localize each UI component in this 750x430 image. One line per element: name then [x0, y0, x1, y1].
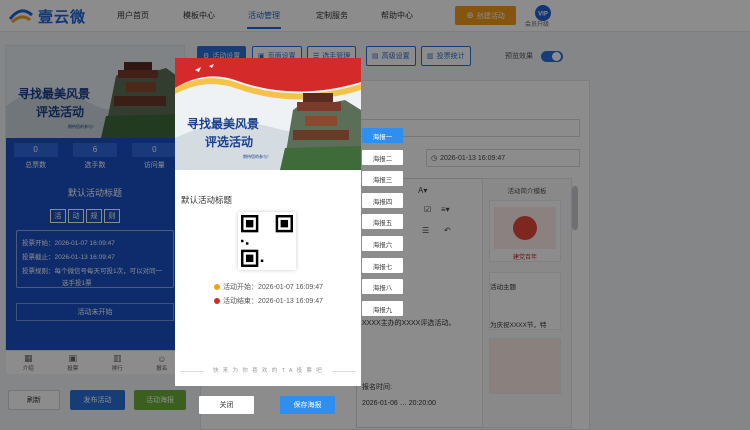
save-poster-button[interactable]: 保存海报 — [280, 396, 335, 414]
poster-option-8[interactable]: 海报八 — [362, 279, 403, 294]
poster-activity-title: 默认活动标题 — [181, 195, 233, 205]
end-dot-icon — [214, 298, 220, 304]
poster-banner-title-line2: 评选活动 — [205, 134, 253, 149]
poster-option-7[interactable]: 海报七 — [362, 258, 403, 273]
poster-end-time: 活动结束：2026-01-13 16:09:47 — [214, 296, 323, 306]
poster-footer-text: 快 来 为 你 喜 欢 的 T A 投 票 吧 — [212, 368, 324, 374]
poster-option-1[interactable]: 海报一 — [362, 128, 403, 143]
poster-option-6[interactable]: 海报六 — [362, 236, 403, 251]
close-button[interactable]: 关闭 — [199, 396, 254, 414]
poster-option-2[interactable]: 海报二 — [362, 150, 403, 165]
poster-banner: 寻找最美风景 评选活动 期待您的参与！ — [175, 58, 361, 170]
start-dot-icon — [214, 284, 220, 290]
start-time-text: 活动开始：2026-01-07 16:09:47 — [223, 284, 323, 291]
poster-start-time: 活动开始：2026-01-07 16:09:47 — [214, 282, 323, 292]
end-time-text: 活动结束：2026-01-13 16:09:47 — [223, 298, 323, 305]
poster-option-5[interactable]: 海报五 — [362, 214, 403, 229]
qr-code-icon — [241, 215, 293, 267]
poster-option-9[interactable]: 海报九 — [362, 301, 403, 316]
qr-code — [238, 212, 296, 270]
poster-banner-caption: 期待您的参与！ — [243, 153, 271, 159]
poster-banner-title-line1: 寻找最美风景 — [187, 116, 259, 131]
poster-option-4[interactable]: 海报四 — [362, 193, 403, 208]
poster-option-3[interactable]: 海报三 — [362, 171, 403, 186]
